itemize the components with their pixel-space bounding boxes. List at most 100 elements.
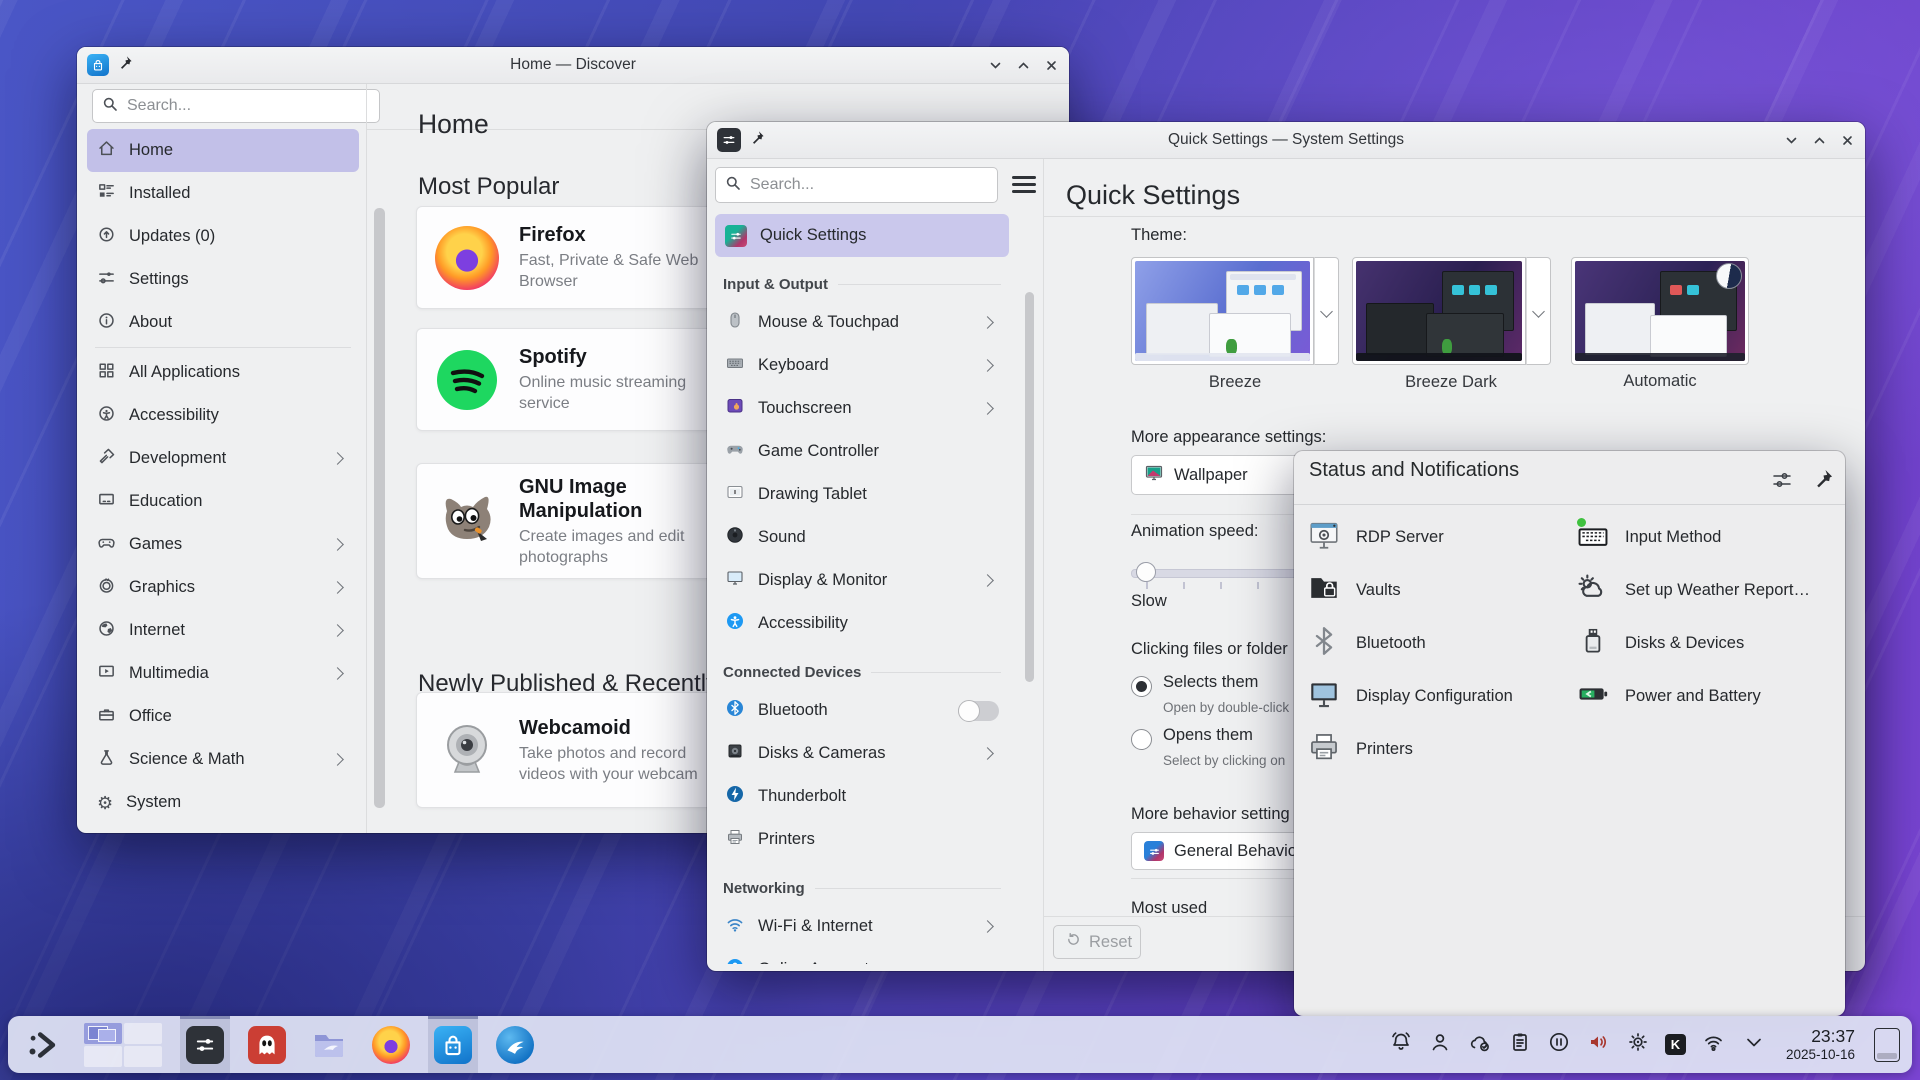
sidebar-item-wifi-internet[interactable]: Wi-Fi & Internet	[715, 905, 1009, 948]
cloud-sync-icon[interactable]	[1467, 1030, 1493, 1059]
popup-item-bluetooth[interactable]: Bluetooth	[1307, 617, 1513, 670]
printer-icon	[725, 827, 745, 852]
wallpaper-button[interactable]: Wallpaper	[1131, 455, 1303, 495]
sidebar-item-accessibility[interactable]: Accessibility	[715, 602, 1009, 645]
scrollbar[interactable]	[374, 208, 385, 808]
task-falkon[interactable]	[490, 1016, 540, 1073]
sidebar-item-drawing-tablet[interactable]: Drawing Tablet	[715, 473, 1009, 516]
virtual-desktop-pager[interactable]	[78, 1016, 168, 1073]
task-ghostwriter[interactable]	[242, 1016, 292, 1073]
close-icon[interactable]	[1840, 133, 1855, 148]
sidebar-item-thunderbolt[interactable]: Thunderbolt	[715, 775, 1009, 818]
peek-desktop-button[interactable]	[1874, 1028, 1900, 1062]
pin-icon[interactable]	[750, 130, 765, 150]
volume-icon[interactable]	[1586, 1030, 1611, 1059]
slider-handle[interactable]	[1136, 562, 1156, 582]
sidebar-item-science-math[interactable]: Science & Math	[87, 738, 359, 781]
discover-titlebar[interactable]: Home — Discover	[77, 47, 1069, 84]
popup-item-display-configuration[interactable]: Display Configuration	[1307, 670, 1513, 723]
close-icon[interactable]	[1044, 58, 1059, 73]
task-discover[interactable]	[428, 1016, 478, 1073]
popup-column-left: RDP Server Vaults Bluetooth Display Conf…	[1307, 511, 1513, 776]
sidebar-item-mouse-touchpad[interactable]: Mouse & Touchpad	[715, 301, 1009, 344]
popup-item-input-method[interactable]: Input Method	[1576, 511, 1810, 564]
display-config-icon	[1307, 677, 1341, 716]
bluetooth-toggle[interactable]	[958, 701, 999, 721]
clipboard-icon[interactable]	[1508, 1030, 1532, 1059]
updates-icon	[97, 225, 116, 249]
sidebar-item-display-monitor[interactable]: Display & Monitor	[715, 559, 1009, 602]
pin-icon[interactable]	[118, 55, 133, 75]
sidebar-item-disks-cameras[interactable]: Disks & Cameras	[715, 732, 1009, 775]
theme-breeze-dark-dropdown[interactable]	[1526, 257, 1551, 365]
pin-icon[interactable]	[1813, 468, 1834, 494]
sidebar-item-game-controller[interactable]: Game Controller	[715, 430, 1009, 473]
app-launcher-button[interactable]	[20, 1016, 66, 1073]
sidebar-item-accessibility[interactable]: Accessibility	[87, 394, 359, 437]
settings-search[interactable]	[715, 167, 998, 203]
sidebar-item-education[interactable]: Education	[87, 480, 359, 523]
pager-desktop-4[interactable]	[124, 1046, 162, 1067]
popup-item-power-battery[interactable]: Power and Battery	[1576, 670, 1810, 723]
configure-icon[interactable]	[1770, 468, 1794, 497]
minimize-icon[interactable]	[988, 58, 1003, 73]
task-system-settings[interactable]	[180, 1016, 230, 1073]
sidebar-item-printers[interactable]: Printers	[715, 818, 1009, 861]
general-behavior-button[interactable]: General Behavior	[1131, 832, 1303, 870]
task-firefox[interactable]	[366, 1016, 416, 1073]
digital-clock[interactable]: 23:37 2025-10-16	[1786, 1028, 1855, 1062]
sidebar-item-internet[interactable]: Internet	[87, 609, 359, 652]
sidebar-item-all-applications[interactable]: All Applications	[87, 351, 359, 394]
popup-item-rdp-server[interactable]: RDP Server	[1307, 511, 1513, 564]
sidebar-item-development[interactable]: Development	[87, 437, 359, 480]
minimize-icon[interactable]	[1784, 133, 1799, 148]
sidebar-item-installed[interactable]: Installed	[87, 172, 359, 215]
sidebar-item-games[interactable]: Games	[87, 523, 359, 566]
sidebar-scrollbar[interactable]	[1025, 292, 1034, 682]
hamburger-menu-icon[interactable]	[1012, 172, 1036, 197]
reset-button[interactable]: Reset	[1053, 925, 1141, 959]
settings-search-input[interactable]	[748, 175, 988, 195]
discover-search-input[interactable]	[125, 96, 370, 116]
notifications-bell-icon[interactable]	[1389, 1030, 1413, 1059]
theme-automatic[interactable]	[1571, 257, 1749, 365]
sidebar-item-graphics[interactable]: Graphics	[87, 566, 359, 609]
expand-chevron-icon[interactable]	[1741, 1030, 1767, 1059]
sidebar-item-keyboard[interactable]: Keyboard	[715, 344, 1009, 387]
maximize-icon[interactable]	[1016, 58, 1031, 73]
media-pause-icon[interactable]	[1547, 1030, 1571, 1059]
pager-desktop-1[interactable]	[84, 1023, 122, 1044]
theme-breeze-dropdown[interactable]	[1314, 257, 1339, 365]
radio-selects-them[interactable]	[1131, 676, 1152, 697]
popup-item-weather[interactable]: Set up Weather Report…	[1576, 564, 1810, 617]
sidebar-item-settings[interactable]: Settings	[87, 258, 359, 301]
sidebar-item-quick-settings[interactable]: Quick Settings	[715, 214, 1009, 257]
discover-search[interactable]	[92, 89, 380, 123]
sidebar-item-multimedia[interactable]: Multimedia	[87, 652, 359, 695]
popup-item-vaults[interactable]: Vaults	[1307, 564, 1513, 617]
sidebar-item-touchscreen[interactable]: Touchscreen	[715, 387, 1009, 430]
brightness-icon[interactable]	[1626, 1030, 1650, 1059]
keyboard-layout-badge[interactable]: K	[1665, 1034, 1686, 1055]
theme-breeze[interactable]	[1131, 257, 1339, 365]
task-dolphin[interactable]	[304, 1016, 354, 1073]
sidebar-item-about[interactable]: About	[87, 301, 359, 344]
sidebar-item-office[interactable]: Office	[87, 695, 359, 738]
sidebar-item-sound[interactable]: Sound	[715, 516, 1009, 559]
sidebar-item-home[interactable]: Home	[87, 129, 359, 172]
user-icon[interactable]	[1428, 1030, 1452, 1059]
popup-item-printers[interactable]: Printers	[1307, 723, 1513, 776]
bluetooth-blue-icon	[725, 698, 745, 723]
sidebar-item-system[interactable]: ⚙ System	[87, 781, 359, 824]
pager-desktop-3[interactable]	[84, 1046, 122, 1067]
theme-breeze-dark[interactable]	[1352, 257, 1551, 365]
maximize-icon[interactable]	[1812, 133, 1827, 148]
pager-desktop-2[interactable]	[124, 1023, 162, 1044]
popup-item-disks-devices[interactable]: Disks & Devices	[1576, 617, 1810, 670]
sidebar-item-bluetooth[interactable]: Bluetooth	[715, 689, 1009, 732]
radio-opens-them[interactable]	[1131, 729, 1152, 750]
sidebar-item-updates[interactable]: Updates (0)	[87, 215, 359, 258]
sidebar-item-online-accounts[interactable]: Online Accounts	[715, 948, 1009, 964]
system-settings-titlebar[interactable]: Quick Settings — System Settings	[707, 122, 1865, 159]
wifi-icon[interactable]	[1701, 1030, 1726, 1059]
